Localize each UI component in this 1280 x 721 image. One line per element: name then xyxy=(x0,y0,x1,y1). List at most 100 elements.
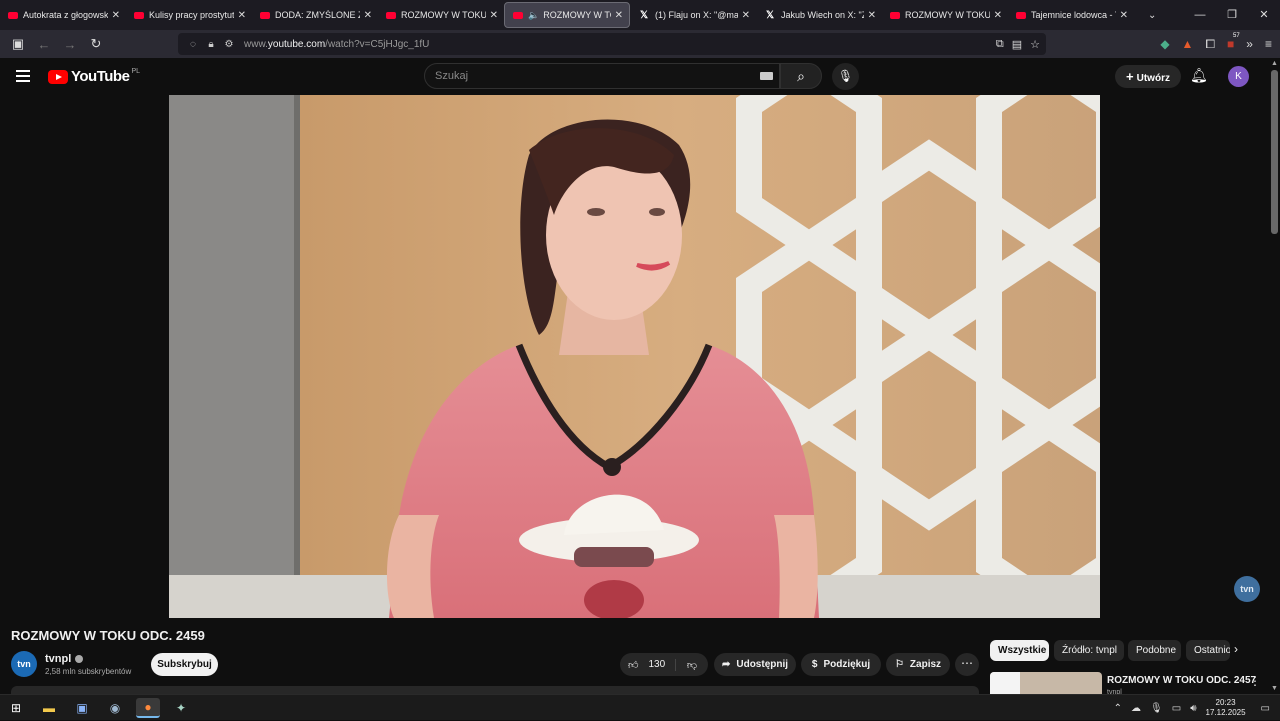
save-button[interactable]: ⚐ Zapisz xyxy=(886,653,950,676)
url-prefix: www. xyxy=(244,38,268,50)
tracking-shield-icon[interactable]: ◌ xyxy=(184,39,202,50)
browser-tab[interactable]: 𝕏 (1) Flaju on X: "@mamicz ✕ xyxy=(630,2,756,28)
scrollbar-thumb[interactable] xyxy=(1271,70,1278,234)
close-tab-icon[interactable]: ✕ xyxy=(742,10,750,21)
back-arrow-icon[interactable]: ← xyxy=(32,37,56,52)
recommendation-title[interactable]: ROZMOWY W TOKU ODC. 2457 xyxy=(1107,675,1256,686)
close-tab-icon[interactable]: ✕ xyxy=(994,10,1002,21)
reader-view-icon[interactable]: ▤ xyxy=(1012,38,1022,51)
system-tray: ⌃ ☁ 🎙︎ ▭ 🔊︎ 20:23 17.12.2025 ▭ xyxy=(1114,695,1280,721)
account-avatar[interactable]: K xyxy=(1228,66,1249,87)
speaker-icon[interactable]: 🔈 xyxy=(528,10,539,21)
close-tab-icon[interactable]: ✕ xyxy=(490,10,498,21)
minimize-icon[interactable]: — xyxy=(1184,0,1216,30)
windows-start-icon[interactable]: ⊞ xyxy=(4,698,28,718)
browser-tab-strip: Autokrata z głogowskiej ✕ Kulisy pracy pr… xyxy=(0,0,1280,30)
chip-similar[interactable]: Podobne xyxy=(1128,640,1181,661)
lock-icon[interactable]: 🔒︎ xyxy=(202,39,220,50)
more-tools-chevron-icon[interactable]: » xyxy=(1246,37,1253,51)
close-window-icon[interactable]: ✕ xyxy=(1248,0,1280,30)
ublock-extension-icon[interactable]: ■ 57 xyxy=(1227,33,1240,51)
browser-tab[interactable]: 𝕏 Jakub Wiech on X: "Zrob ✕ xyxy=(756,2,882,28)
clock[interactable]: 20:23 17.12.2025 xyxy=(1206,698,1246,718)
close-tab-icon[interactable]: ✕ xyxy=(1120,10,1128,21)
search-input[interactable]: Szukaj xyxy=(424,63,780,89)
video-frame xyxy=(169,95,1100,618)
microphone-tray-icon[interactable]: 🎙︎ xyxy=(1150,703,1163,714)
browser-tab[interactable]: DODA: ZMYŚLONE ŻYCIE ✕ xyxy=(252,2,378,28)
channel-avatar[interactable]: tvn xyxy=(11,651,37,677)
notifications-bell-icon[interactable]: 🔔︎ xyxy=(1190,67,1208,84)
create-button[interactable]: + Utwórz xyxy=(1115,65,1181,88)
channel-name[interactable]: tvnpl xyxy=(45,653,84,665)
microphone-icon: 🎙︎ xyxy=(837,69,854,83)
thanks-button[interactable]: $ Podziękuj xyxy=(801,653,881,676)
network-icon[interactable]: ▭ xyxy=(1172,703,1181,714)
keyboard-icon[interactable] xyxy=(760,72,773,80)
youtube-masthead: YouTube PL Szukaj ⌕ 🎙︎ + Utwórz 🔔︎ K xyxy=(0,58,1280,95)
steam-icon[interactable]: ◉ xyxy=(103,698,127,718)
browser-tab-active[interactable]: 🔈 ROZMOWY W TOKU ✕ xyxy=(504,2,630,28)
app-tool-icon[interactable]: ✦ xyxy=(169,698,193,718)
channel-watermark[interactable]: tvn xyxy=(1234,576,1260,602)
close-tab-icon[interactable]: ✕ xyxy=(615,10,623,21)
close-tab-icon[interactable]: ✕ xyxy=(112,10,120,21)
description-box[interactable] xyxy=(11,686,979,694)
url-host: youtube.com xyxy=(267,38,326,50)
search-button[interactable]: ⌕ xyxy=(780,63,822,89)
youtube-logo[interactable]: YouTube PL xyxy=(48,68,140,85)
close-tab-icon[interactable]: ✕ xyxy=(364,10,372,21)
video-player[interactable] xyxy=(169,95,1100,618)
browser-tab[interactable]: Tajemnice lodowca - You ✕ xyxy=(1008,2,1134,28)
window-controls: — ❐ ✕ xyxy=(1184,0,1280,30)
more-actions-icon[interactable]: ⋯ xyxy=(955,653,979,676)
recommendation-thumbnail[interactable] xyxy=(990,672,1102,694)
browser-tab[interactable]: ROZMOWY W TOKU ODC ✕ xyxy=(378,2,504,28)
picture-in-picture-icon[interactable]: ⧉ xyxy=(996,38,1004,51)
recommendation-menu-icon[interactable]: ⋮ xyxy=(1249,674,1261,688)
permissions-icon[interactable]: ⚙ xyxy=(220,39,238,50)
url-path: /watch?v=C5jHJgc_1fU xyxy=(325,38,430,50)
onedrive-icon[interactable]: ☁ xyxy=(1131,703,1141,714)
sidebar-toggle-icon[interactable]: ▣ xyxy=(6,36,30,52)
tab-title: ROZMOWY W TOKU ODC xyxy=(401,10,486,20)
like-button[interactable]: 👍︎ 130 xyxy=(620,658,676,671)
close-tab-icon[interactable]: ✕ xyxy=(868,10,876,21)
tray-overflow-chevron-icon[interactable]: ⌃ xyxy=(1114,703,1122,714)
browser-tab[interactable]: ROZMOWY W TOKU ODC ✕ xyxy=(882,2,1008,28)
guide-menu-icon[interactable] xyxy=(16,70,30,82)
close-tab-icon[interactable]: ✕ xyxy=(238,10,246,21)
tab-title: DODA: ZMYŚLONE ŻYCIE xyxy=(275,10,360,20)
chip-all[interactable]: Wszystkie xyxy=(990,640,1049,661)
extensions-puzzle-icon[interactable]: ⧠ xyxy=(1205,37,1215,52)
browser-tab[interactable]: Kulisy pracy prostytutki. ✕ xyxy=(126,2,252,28)
bookmark-star-icon[interactable]: ☆ xyxy=(1030,38,1040,51)
volume-icon[interactable]: 🔊︎ xyxy=(1190,703,1196,714)
share-button[interactable]: ➦ Udostępnij xyxy=(714,653,796,676)
fox-extension-icon[interactable]: ▲ xyxy=(1182,37,1194,51)
firefox-icon[interactable]: ● xyxy=(136,698,160,718)
like-count: 130 xyxy=(648,659,666,670)
scroll-up-arrow-icon[interactable]: ▲ xyxy=(1271,60,1278,67)
scroll-down-arrow-icon[interactable]: ▼ xyxy=(1271,685,1278,692)
notification-center-icon[interactable]: ▭ xyxy=(1261,703,1270,714)
chip-source[interactable]: Źródło: tvnpl xyxy=(1054,640,1124,661)
page-scrollbar[interactable]: ▲ ▼ xyxy=(1269,58,1280,694)
file-explorer-icon[interactable]: ▬ xyxy=(37,698,61,718)
restore-icon[interactable]: ❐ xyxy=(1216,0,1248,30)
chip-recent[interactable]: Ostatnio xyxy=(1186,640,1230,661)
forward-arrow-icon[interactable]: → xyxy=(58,37,82,52)
app-menu-icon[interactable]: ≡ xyxy=(1265,37,1272,51)
youtube-play-icon xyxy=(48,69,68,84)
address-bar[interactable]: ◌ 🔒︎ ⚙ www.youtube.com/watch?v=C5jHJgc_1… xyxy=(178,33,1046,55)
chevron-right-icon[interactable]: › xyxy=(1234,642,1238,656)
browser-tab[interactable]: Autokrata z głogowskiej ✕ xyxy=(0,2,126,28)
subscribe-button[interactable]: Subskrybuj xyxy=(151,653,218,676)
dislike-button[interactable]: 👎︎ xyxy=(676,659,708,671)
list-tabs-chevron-icon[interactable]: ⌄ xyxy=(1148,10,1156,21)
shield-extension-icon[interactable]: ◆ xyxy=(1160,37,1169,51)
remote-desktop-icon[interactable]: ▣ xyxy=(70,698,94,718)
reload-icon[interactable]: ↻ xyxy=(84,36,108,52)
voice-search-button[interactable]: 🎙︎ xyxy=(832,63,859,90)
youtube-icon xyxy=(890,11,900,19)
